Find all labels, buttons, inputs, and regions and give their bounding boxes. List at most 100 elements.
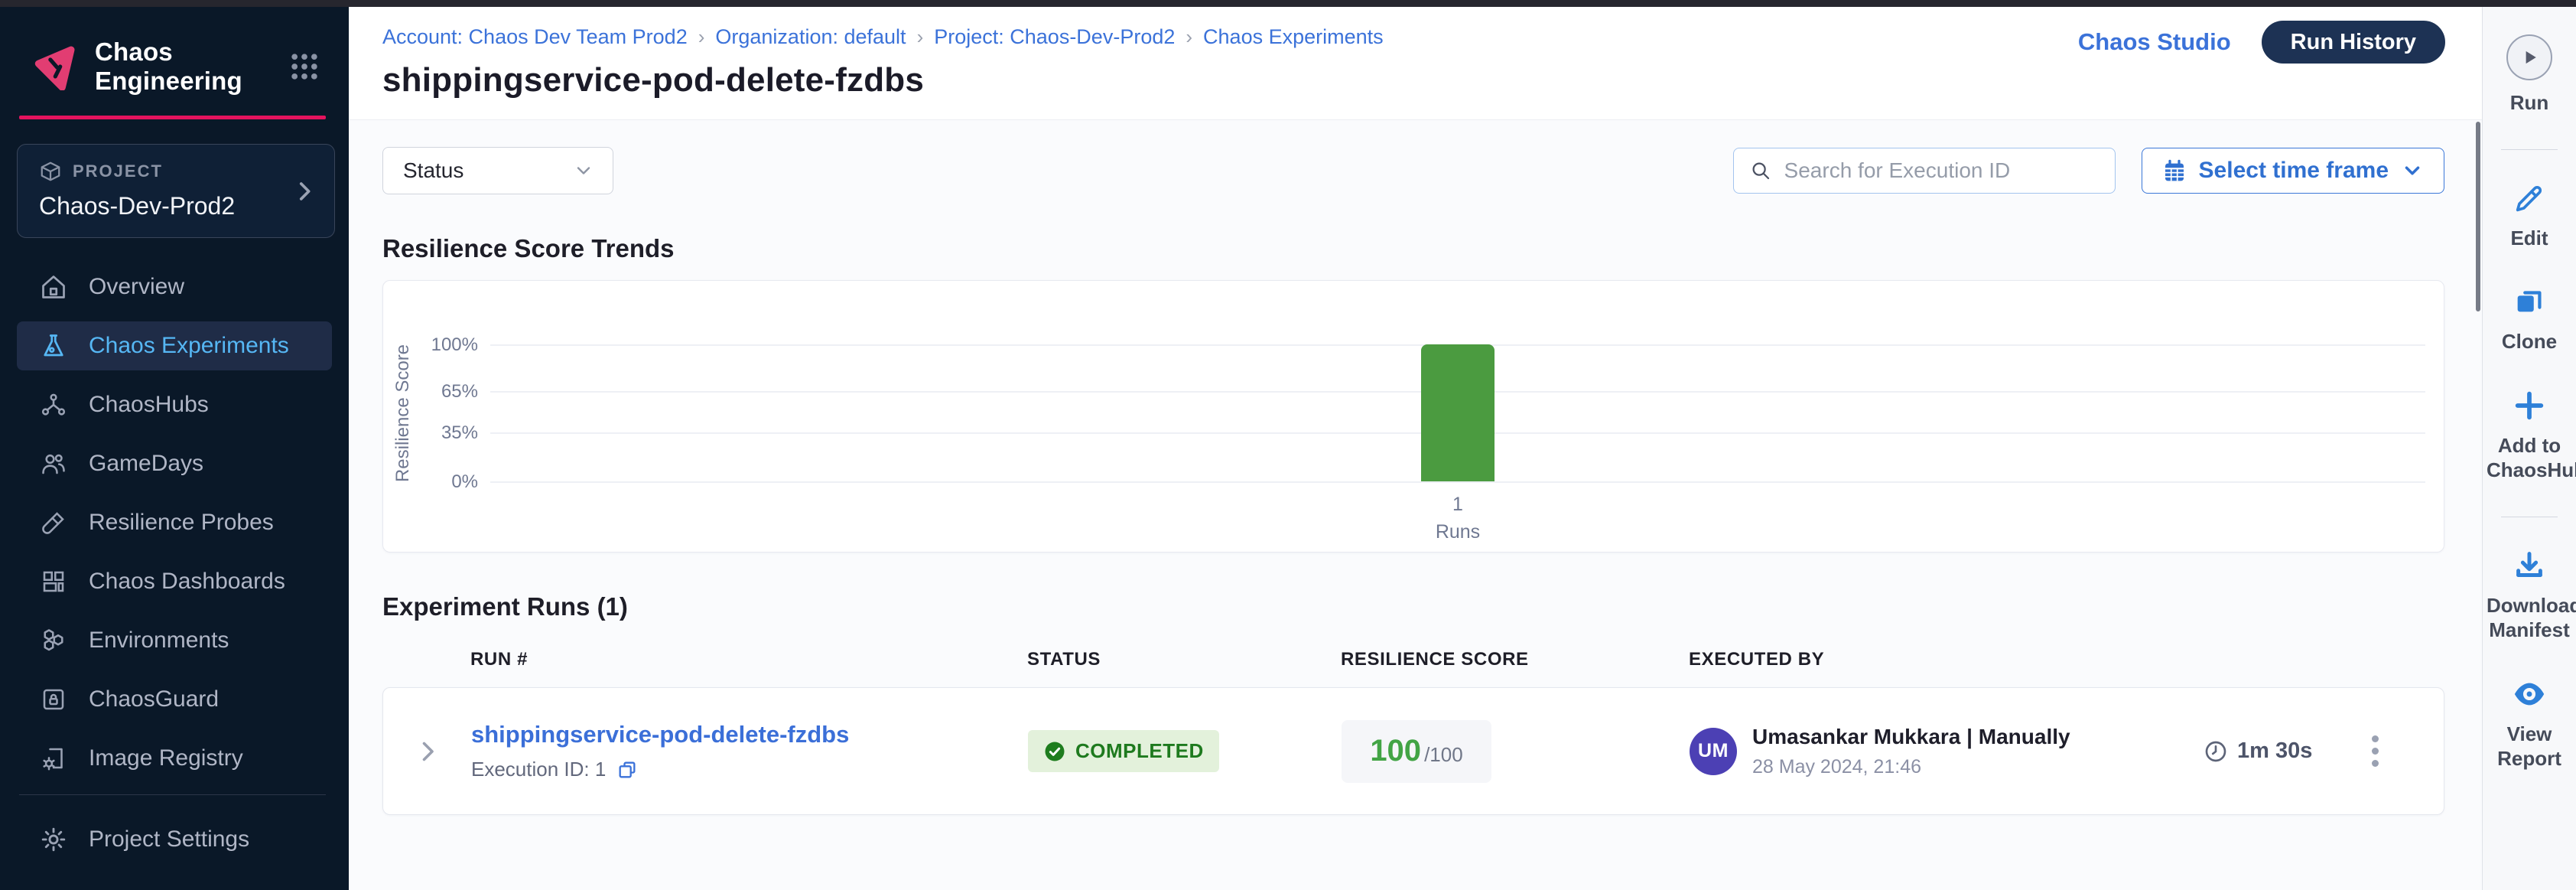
sidebar-item-chaoshubs[interactable]: ChaosHubs bbox=[17, 380, 332, 429]
edit-button[interactable]: Edit bbox=[2487, 181, 2572, 251]
sidebar-item-label: Chaos Dashboards bbox=[89, 569, 285, 595]
chevron-down-icon bbox=[2401, 159, 2424, 182]
window-top-strip bbox=[0, 0, 2576, 7]
breadcrumb-experiments-link[interactable]: Chaos Experiments bbox=[1203, 25, 1384, 49]
check-circle-icon bbox=[1043, 740, 1066, 763]
row-expander-chevron-icon[interactable] bbox=[383, 738, 471, 765]
chart-y-axis-title: Resilience Score bbox=[392, 344, 414, 481]
run-button-label: Run bbox=[2487, 90, 2572, 116]
download-manifest-button[interactable]: Download Manifest bbox=[2487, 548, 2572, 643]
chevron-down-icon bbox=[573, 160, 594, 181]
sidebar-item-chaos-experiments[interactable]: Chaos Experiments bbox=[17, 321, 332, 370]
column-executed-by: EXECUTED BY bbox=[1689, 649, 2203, 670]
registry-icon bbox=[40, 745, 67, 772]
sidebar-item-gamedays[interactable]: GameDays bbox=[17, 439, 332, 488]
pencil-icon bbox=[2512, 181, 2547, 216]
module-grid-icon[interactable] bbox=[288, 50, 321, 83]
breadcrumb-account-link[interactable]: Account: Chaos Dev Team Prod2 bbox=[382, 25, 688, 49]
time-frame-button[interactable]: Select time frame bbox=[2142, 148, 2444, 194]
run-name-link[interactable]: shippingservice-pod-delete-fzdbs bbox=[471, 721, 1028, 748]
sidebar: Chaos Engineering PROJECT bbox=[0, 7, 349, 890]
brand-accent-divider bbox=[19, 116, 326, 119]
sidebar-item-label: GameDays bbox=[89, 451, 203, 477]
chart-gridline: 0% bbox=[490, 481, 2425, 483]
trends-section-title: Resilience Score Trends bbox=[382, 234, 2444, 263]
resilience-score-box: 100 /100 bbox=[1342, 720, 1491, 783]
chaos-studio-link[interactable]: Chaos Studio bbox=[2078, 28, 2231, 56]
run-duration: 1m 30s bbox=[2237, 738, 2312, 764]
chart-x-tick: 1 bbox=[1452, 494, 1463, 516]
sidebar-item-label: Image Registry bbox=[89, 745, 243, 771]
execution-search bbox=[1733, 148, 2116, 194]
main-area: Account: Chaos Dev Team Prod2 › Organiza… bbox=[349, 7, 2482, 890]
sidebar-item-label: ChaosGuard bbox=[89, 686, 219, 712]
resilience-score-value: 100 bbox=[1370, 734, 1421, 768]
project-selector[interactable]: PROJECT Chaos-Dev-Prod2 bbox=[17, 144, 335, 238]
clone-icon bbox=[2512, 284, 2547, 319]
gear-icon bbox=[40, 826, 67, 853]
status-filter-dropdown[interactable]: Status bbox=[382, 147, 613, 194]
copy-icon[interactable] bbox=[616, 759, 638, 781]
play-icon bbox=[2518, 46, 2541, 69]
sidebar-item-label: Resilience Probes bbox=[89, 510, 274, 536]
run-table-row[interactable]: shippingservice-pod-delete-fzdbs Executi… bbox=[382, 687, 2444, 815]
sidebar-logo-row: Chaos Engineering bbox=[0, 7, 349, 96]
run-button[interactable]: Run bbox=[2487, 34, 2572, 116]
eye-icon bbox=[2512, 676, 2547, 712]
resilience-score-total: /100 bbox=[1424, 743, 1463, 767]
runs-table-header: RUN # STATUS RESILIENCE SCORE EXECUTED B… bbox=[382, 649, 2444, 670]
page-header: Account: Chaos Dev Team Prod2 › Organiza… bbox=[349, 7, 2482, 120]
search-icon bbox=[1749, 159, 1772, 182]
runs-section-title: Experiment Runs (1) bbox=[382, 592, 2444, 621]
sidebar-item-label: Environments bbox=[89, 628, 229, 654]
run-history-button[interactable]: Run History bbox=[2262, 21, 2445, 64]
calendar-icon bbox=[2162, 158, 2187, 183]
status-badge: COMPLETED bbox=[1028, 730, 1219, 772]
experiment-actions-toolbar: Run Edit Clone bbox=[2482, 7, 2576, 890]
sidebar-item-label: Chaos Experiments bbox=[89, 333, 289, 359]
sidebar-item-label: ChaosHubs bbox=[89, 392, 209, 418]
row-kebab-menu-icon[interactable] bbox=[2364, 728, 2386, 774]
add-to-chaoshub-button[interactable]: Add to ChaosHub bbox=[2487, 388, 2572, 483]
chart-bar-run-1 bbox=[1421, 344, 1495, 481]
chart-x-axis-title: Runs bbox=[1436, 521, 1480, 543]
flask-icon bbox=[40, 332, 67, 360]
view-report-label: View Report bbox=[2487, 722, 2572, 771]
sidebar-item-project-settings[interactable]: Project Settings bbox=[17, 815, 332, 864]
people-icon bbox=[40, 450, 67, 478]
breadcrumb-project-link[interactable]: Project: Chaos-Dev-Prod2 bbox=[934, 25, 1175, 49]
executed-at-timestamp: 28 May 2024, 21:46 bbox=[1752, 756, 2070, 778]
breadcrumb-separator: › bbox=[1186, 25, 1192, 49]
hexagons-icon bbox=[40, 627, 67, 654]
hub-icon bbox=[40, 391, 67, 419]
sidebar-item-label: Overview bbox=[89, 274, 184, 300]
search-input[interactable] bbox=[1784, 158, 2100, 183]
content-area: Status bbox=[349, 120, 2482, 890]
status-filter-label: Status bbox=[403, 158, 463, 183]
breadcrumb-separator: › bbox=[917, 25, 924, 49]
breadcrumb-org-link[interactable]: Organization: default bbox=[715, 25, 906, 49]
chart-y-tick: 100% bbox=[431, 334, 478, 356]
breadcrumb: Account: Chaos Dev Team Prod2 › Organiza… bbox=[382, 25, 1384, 49]
app-title: Chaos Engineering bbox=[95, 37, 288, 96]
dashboard-icon bbox=[40, 568, 67, 595]
sidebar-item-environments[interactable]: Environments bbox=[17, 616, 332, 665]
chart-plot-area: Resilience Score 100% 65% 35% 0% 1 bbox=[490, 344, 2425, 481]
status-badge-label: COMPLETED bbox=[1075, 739, 1204, 763]
toolbar-divider bbox=[2501, 149, 2558, 150]
avatar: UM bbox=[1690, 728, 1737, 775]
view-report-button[interactable]: View Report bbox=[2487, 676, 2572, 771]
clone-button[interactable]: Clone bbox=[2487, 284, 2572, 354]
sidebar-item-chaos-dashboards[interactable]: Chaos Dashboards bbox=[17, 557, 332, 606]
vertical-scrollbar-thumb[interactable] bbox=[2476, 122, 2480, 311]
lock-icon bbox=[40, 686, 67, 713]
chart-y-tick: 0% bbox=[451, 471, 478, 493]
sidebar-item-image-registry[interactable]: Image Registry bbox=[17, 734, 332, 783]
sidebar-divider bbox=[19, 794, 326, 795]
sidebar-item-overview[interactable]: Overview bbox=[17, 262, 332, 311]
plus-icon bbox=[2512, 388, 2547, 423]
sidebar-item-resilience-probes[interactable]: Resilience Probes bbox=[17, 498, 332, 547]
sidebar-item-chaosguard[interactable]: ChaosGuard bbox=[17, 675, 332, 724]
project-label: PROJECT bbox=[73, 161, 163, 181]
home-icon bbox=[40, 273, 67, 301]
